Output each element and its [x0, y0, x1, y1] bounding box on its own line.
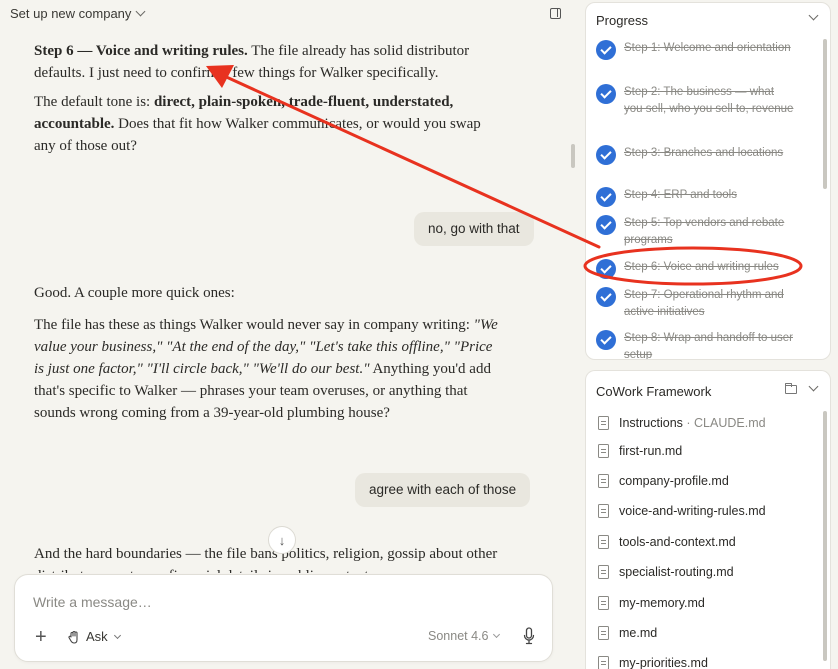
step-label: Step 2: The business — what you sell, wh…: [624, 86, 794, 115]
message-composer: Write a message… + Ask Sonnet 4.6: [14, 574, 553, 662]
message-text: The file has these as things Walker woul…: [34, 317, 474, 333]
chat-scrollbar[interactable]: [571, 144, 575, 168]
toggle-panel-icon[interactable]: [550, 8, 561, 19]
model-label: Sonnet 4.6: [428, 629, 489, 643]
chevron-down-icon: [135, 6, 146, 17]
progress-title: Progress: [596, 13, 649, 28]
file-name: company-profile.md: [619, 474, 729, 488]
progress-panel: Progress Step 1: Welcome and orientation…: [585, 2, 831, 360]
assistant-message: And the hard boundaries — the file bans …: [34, 546, 498, 573]
file-name: Instructions: [619, 416, 683, 430]
top-bar: Set up new company: [0, 0, 575, 28]
file-name: specialist-routing.md: [619, 565, 734, 579]
check-circle-icon: [596, 40, 616, 60]
file-icon: [598, 416, 609, 430]
message-input[interactable]: Write a message…: [33, 594, 152, 610]
progress-step: Step 4: ERP and tools: [596, 187, 794, 207]
progress-step: Step 8: Wrap and handoff to user setup: [596, 330, 794, 360]
file-icon: [598, 626, 609, 640]
file-icon: [598, 474, 609, 488]
step-label: Step 7: Operational rhythm and active in…: [624, 289, 784, 318]
check-circle-icon: [596, 259, 616, 279]
microphone-icon[interactable]: [523, 627, 535, 645]
file-icon: [598, 596, 609, 610]
assistant-message: Step 6 — Voice and writing rules. The fi…: [34, 40, 504, 84]
file-subtitle: · CLAUDE.md: [682, 416, 766, 430]
file-item[interactable]: tools-and-context.md: [598, 535, 736, 549]
plus-icon: +: [35, 626, 47, 648]
progress-step: Step 3: Branches and locations: [596, 145, 794, 165]
chevron-down-icon: [113, 631, 121, 639]
file-name: tools-and-context.md: [619, 535, 736, 549]
progress-step: Step 5: Top vendors and rebate programs: [596, 215, 794, 249]
step-label: Step 8: Wrap and handoff to user setup: [624, 332, 793, 360]
cowork-scrollbar[interactable]: [823, 411, 827, 661]
check-circle-icon: [596, 84, 616, 104]
collapse-cowork-icon[interactable]: [808, 381, 819, 392]
message-text: The default tone is:: [34, 94, 154, 110]
model-selector[interactable]: Sonnet 4.6: [428, 629, 501, 643]
progress-step: Step 7: Operational rhythm and active in…: [596, 287, 794, 321]
file-icon: [598, 504, 609, 518]
hand-icon: [68, 630, 78, 644]
assistant-message: The file has these as things Walker woul…: [34, 314, 504, 424]
step-label: Step 1: Welcome and orientation: [624, 42, 791, 54]
file-name: my-memory.md: [619, 596, 705, 610]
file-icon: [598, 656, 609, 669]
file-item[interactable]: specialist-routing.md: [598, 565, 734, 579]
step-label: Step 3: Branches and locations: [624, 147, 784, 159]
file-item[interactable]: voice-and-writing-rules.md: [598, 504, 766, 518]
mode-label: Ask: [86, 629, 108, 644]
add-attachment-button[interactable]: +: [35, 626, 47, 649]
file-item[interactable]: my-memory.md: [598, 596, 705, 610]
user-message: no, go with that: [414, 212, 534, 246]
file-item[interactable]: company-profile.md: [598, 474, 729, 488]
assistant-message: Good. A couple more quick ones:: [34, 285, 235, 301]
folder-icon[interactable]: [785, 383, 797, 394]
cowork-framework-panel: CoWork Framework Instructions · CLAUDE.m…: [585, 370, 831, 669]
arrow-down-icon: ↓: [278, 532, 286, 548]
step-label: Step 4: ERP and tools: [624, 189, 737, 201]
check-circle-icon: [596, 330, 616, 350]
conversation-title-button[interactable]: Set up new company: [10, 6, 146, 21]
file-item[interactable]: my-priorities.md: [598, 656, 708, 669]
step-label: Step 6: Voice and writing rules: [624, 261, 779, 273]
file-icon: [598, 535, 609, 549]
conversation-title: Set up new company: [10, 6, 132, 21]
file-name: me.md: [619, 626, 658, 640]
file-name: voice-and-writing-rules.md: [619, 504, 766, 518]
user-message: agree with each of those: [355, 473, 531, 507]
check-circle-icon: [596, 187, 616, 207]
collapse-progress-icon[interactable]: [808, 10, 819, 21]
message-bold: Step 6 — Voice and writing rules.: [34, 43, 248, 59]
file-icon: [598, 444, 609, 458]
assistant-message: The default tone is: direct, plain-spoke…: [34, 91, 504, 157]
scroll-down-button[interactable]: ↓: [268, 526, 296, 554]
check-circle-icon: [596, 287, 616, 307]
chat-transcript: Step 6 — Voice and writing rules. The fi…: [0, 28, 575, 573]
progress-step: Step 1: Welcome and orientation: [596, 40, 794, 60]
progress-scrollbar[interactable]: [823, 39, 827, 189]
file-item[interactable]: first-run.md: [598, 444, 682, 458]
chevron-down-icon: [493, 630, 501, 639]
check-circle-icon: [596, 215, 616, 235]
progress-step: Step 2: The business — what you sell, wh…: [596, 84, 794, 118]
progress-step-current: Step 6: Voice and writing rules: [596, 259, 804, 279]
check-circle-icon: [596, 145, 616, 165]
step-label: Step 5: Top vendors and rebate programs: [624, 217, 785, 246]
cowork-title: CoWork Framework: [596, 384, 712, 399]
file-name: first-run.md: [619, 444, 683, 458]
mode-selector[interactable]: Ask: [67, 629, 121, 644]
file-item[interactable]: Instructions · CLAUDE.md: [598, 416, 766, 430]
file-item[interactable]: me.md: [598, 626, 657, 640]
file-icon: [598, 565, 609, 579]
file-name: my-priorities.md: [619, 656, 708, 669]
